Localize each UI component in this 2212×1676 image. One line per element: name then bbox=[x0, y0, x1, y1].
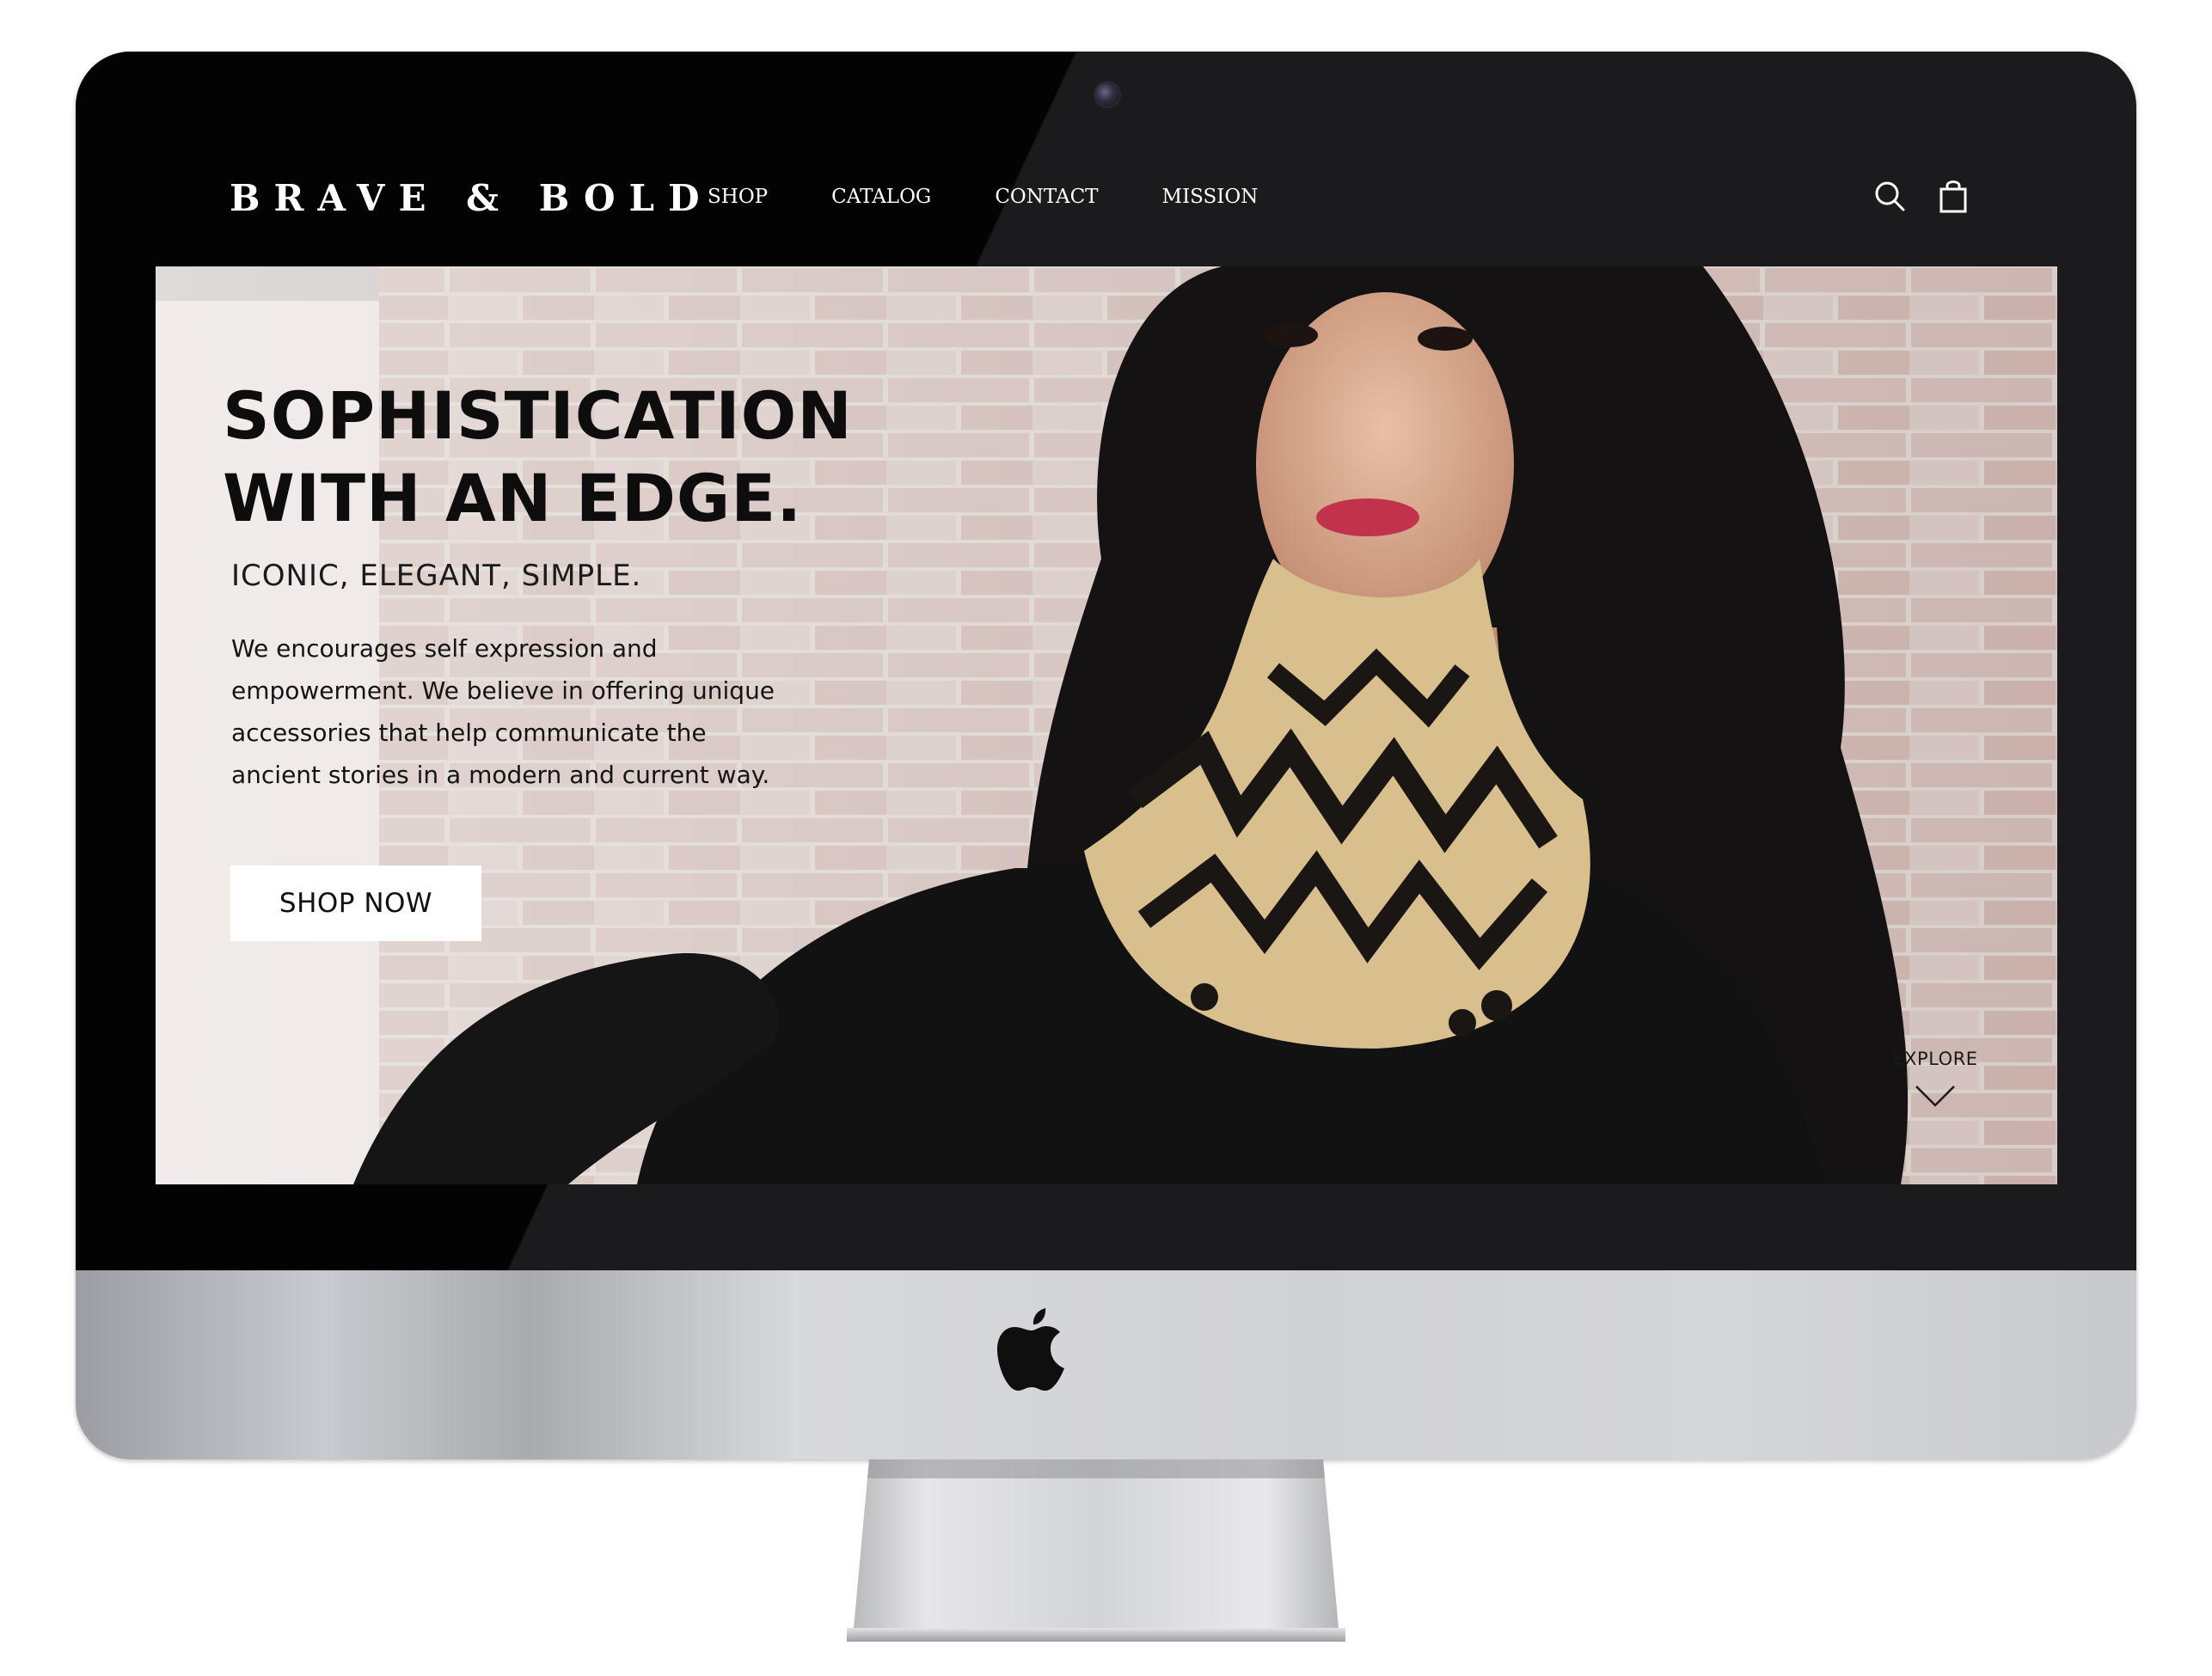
apple-logo-icon bbox=[997, 1308, 1064, 1391]
monitor-stand bbox=[847, 1459, 1345, 1642]
main-nav: SHOP CATALOG CONTACT MISSION bbox=[708, 186, 1321, 208]
explore-link[interactable]: EXPLORE bbox=[1884, 1049, 1987, 1107]
hero-subtitle: ICONIC, ELEGANT, SIMPLE. bbox=[231, 559, 642, 593]
site-header: BRAVE & BOLD SHOP CATALOG CONTACT MISSIO… bbox=[156, 129, 2057, 266]
shopping-bag-icon[interactable] bbox=[1936, 177, 1970, 215]
webcam-icon bbox=[1095, 83, 1119, 107]
header-actions bbox=[1872, 177, 1970, 215]
hero-title-line-1: SOPHISTICATION bbox=[223, 377, 853, 454]
hero-description: We encourages self expression and empowe… bbox=[231, 634, 775, 789]
shop-now-button[interactable]: SHOP NOW bbox=[230, 866, 481, 941]
nav-contact[interactable]: CONTACT bbox=[995, 186, 1098, 208]
nav-catalog[interactable]: CATALOG bbox=[831, 186, 931, 208]
explore-label: EXPLORE bbox=[1892, 1049, 1978, 1069]
monitor-chin bbox=[76, 1270, 2136, 1459]
hero-banner: SOPHISTICATION WITH AN EDGE. ICONIC, ELE… bbox=[156, 266, 2057, 1184]
hero-title-line-2: WITH AN EDGE. bbox=[223, 460, 803, 536]
chevron-down-icon bbox=[1915, 1086, 1955, 1107]
search-icon[interactable] bbox=[1872, 177, 1907, 215]
brand-logo[interactable]: BRAVE & BOLD bbox=[230, 177, 714, 219]
nav-shop[interactable]: SHOP bbox=[708, 186, 768, 208]
nav-mission[interactable]: MISSION bbox=[1162, 186, 1259, 208]
hero-title: SOPHISTICATION WITH AN EDGE. bbox=[223, 375, 876, 540]
